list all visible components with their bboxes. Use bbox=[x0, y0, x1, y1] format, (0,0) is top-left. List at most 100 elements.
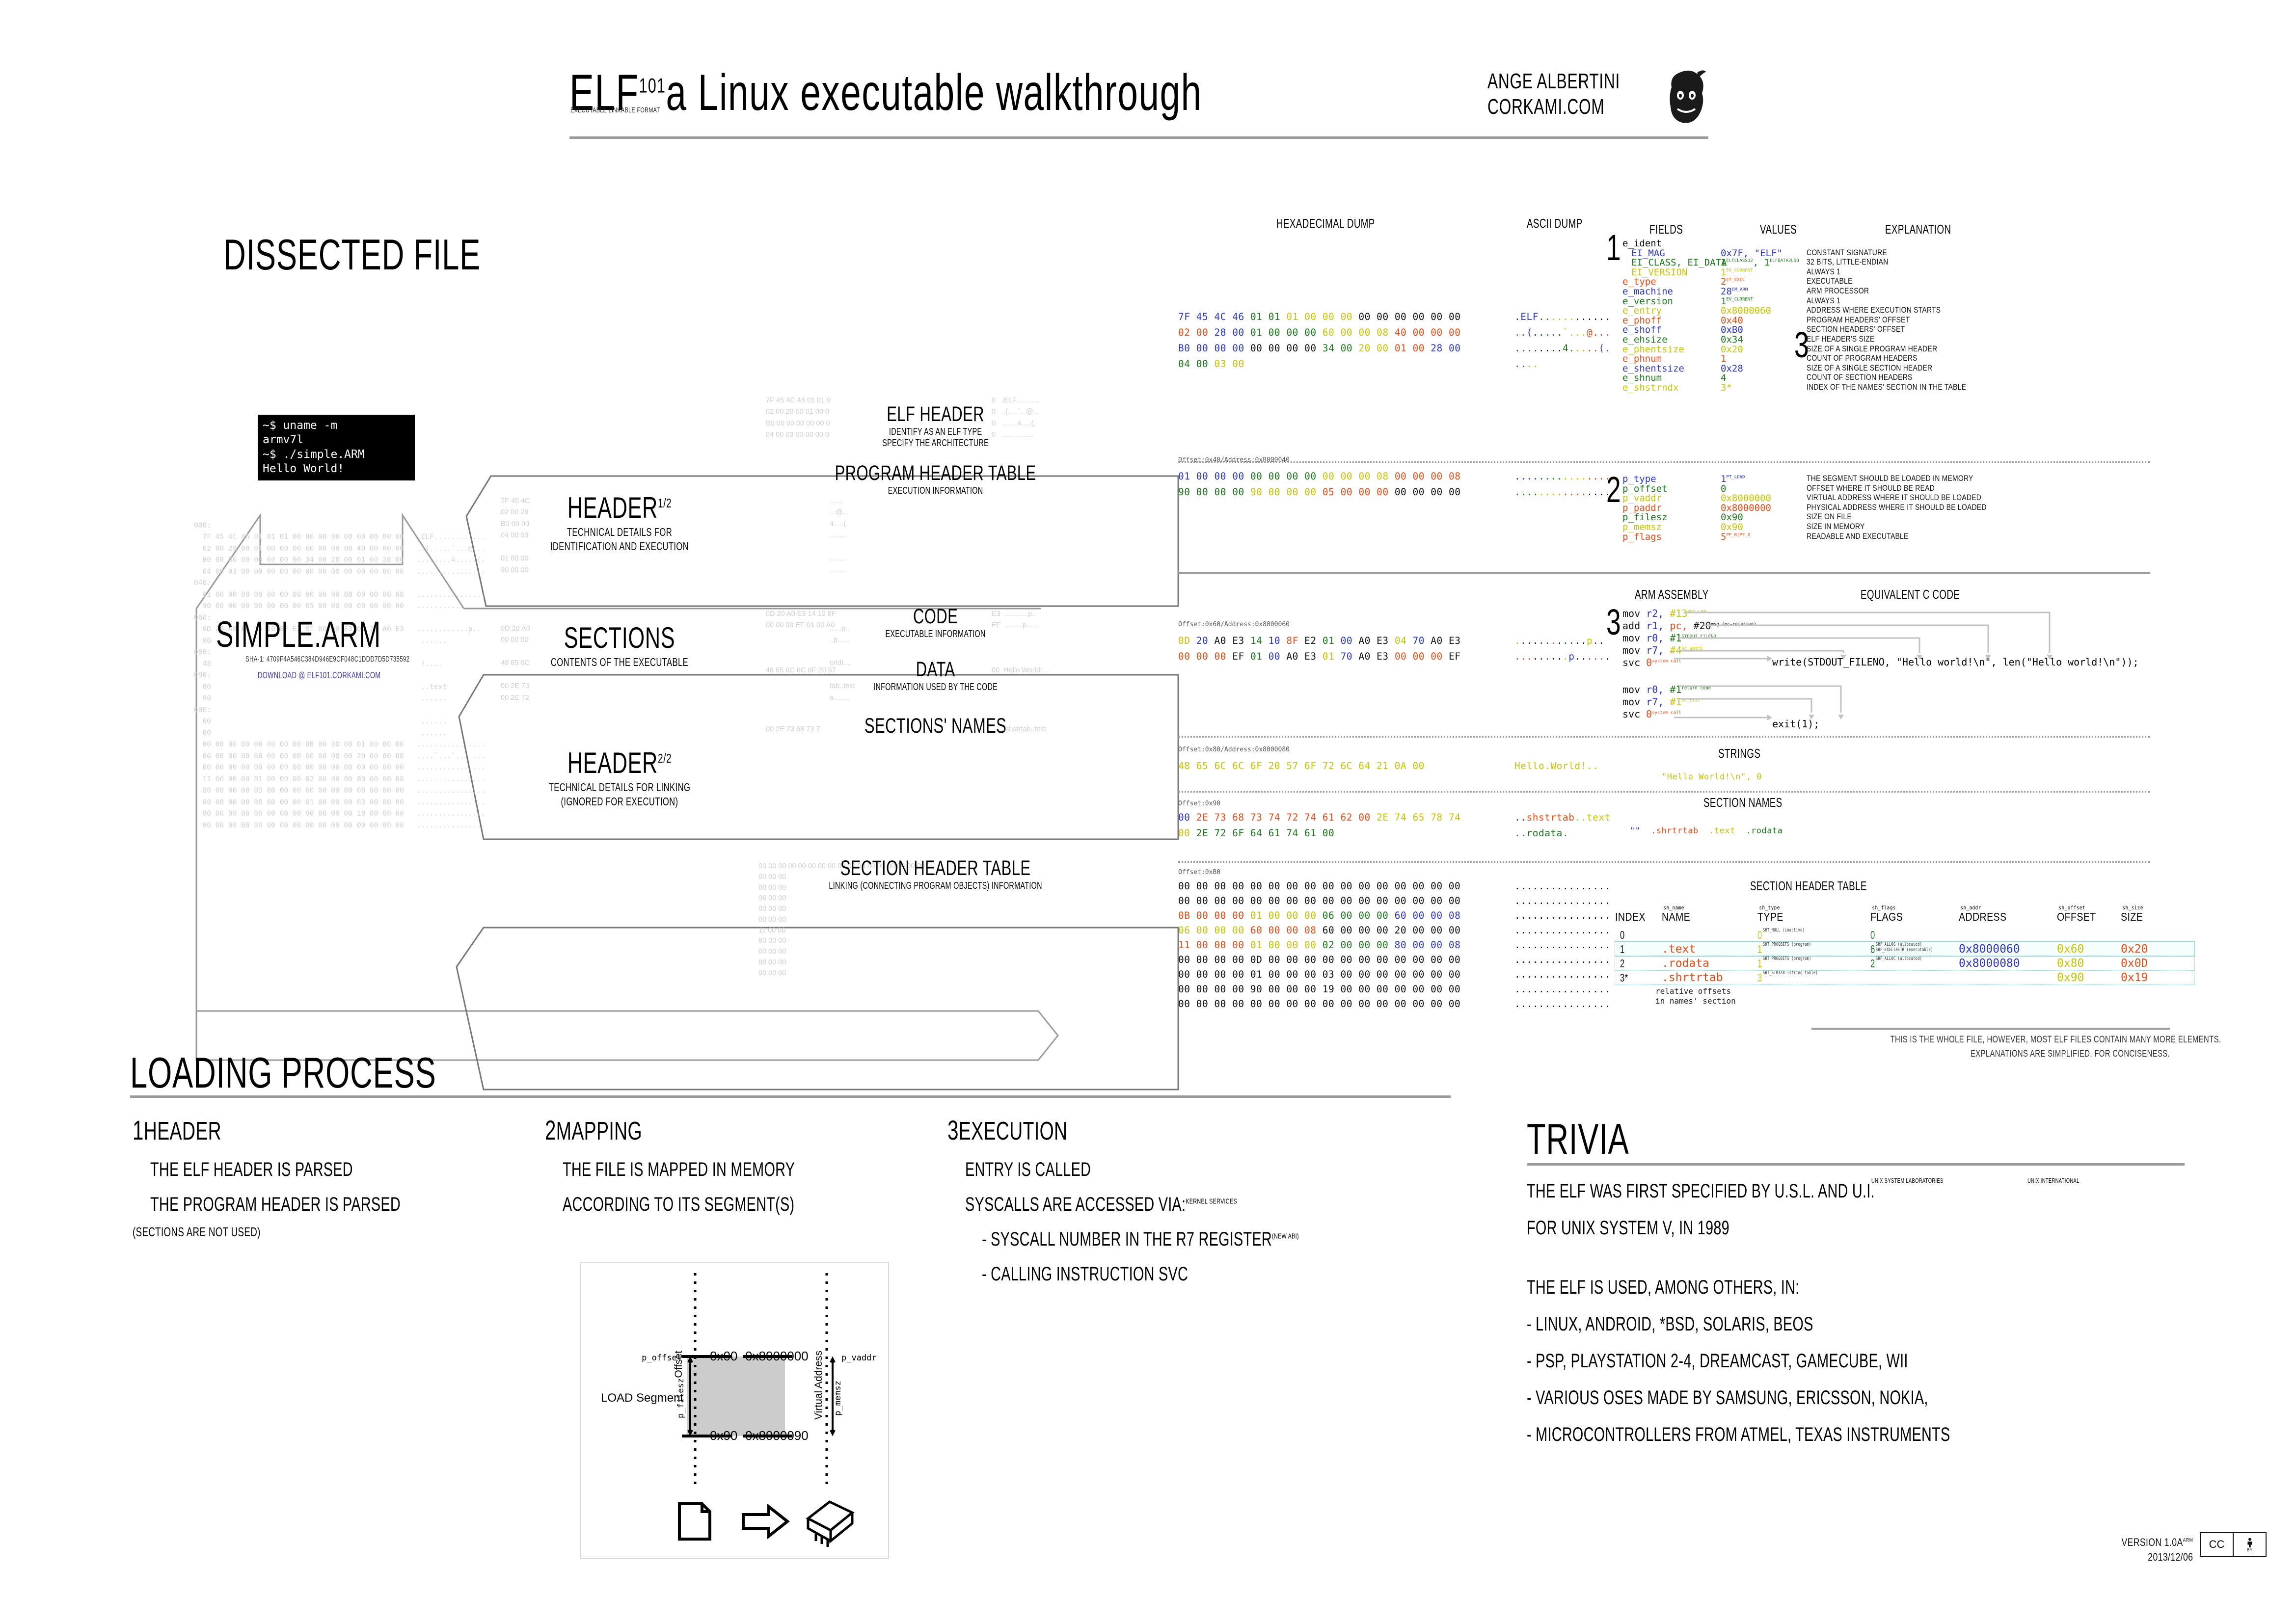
loading-step2-number: 2 bbox=[545, 1115, 556, 1145]
table-cell: 0 bbox=[1620, 929, 1625, 941]
table-row: 0 0 SHT_NULL (inactive) 0 bbox=[1615, 928, 2194, 942]
field-row: e_shstrndx 3* INDEX OF THE NAMES' SECTION … bbox=[1622, 382, 2187, 393]
hex-byte: 40 bbox=[1394, 327, 1413, 338]
secnames-ascii-a: .. bbox=[1514, 812, 1527, 823]
flow-sections-title: SECTIONS bbox=[564, 621, 675, 654]
hex-ascii: ............p.. bbox=[1514, 635, 1605, 646]
field-name: e_shstrndx bbox=[1622, 382, 1679, 393]
secnames-hex-null: 00 bbox=[1178, 812, 1190, 823]
download-link[interactable]: DOWNLOAD @ ELF101.CORKAMI.COM bbox=[258, 670, 380, 681]
hex-byte: 00 bbox=[1377, 343, 1395, 354]
version-label: VERSION 1.0A bbox=[2121, 1536, 2183, 1548]
license-by-mark: BY bbox=[2234, 1533, 2266, 1556]
title-expansion-note: EXECUTABLE LINKABLE FORMAT bbox=[570, 106, 660, 114]
hex-byte: 00 bbox=[1412, 651, 1431, 662]
legend-shrtrtab: .shrtrtab bbox=[1650, 826, 1699, 836]
loading-step3-line2-text: SYSCALLS ARE ACCESSED VIA: bbox=[965, 1194, 1186, 1215]
flow-sections-sub1: CONTENTS OF THE EXECUTABLE bbox=[550, 656, 689, 668]
secnames-hex-rodata: 2E 72 6F 64 61 74 61 00 bbox=[1196, 827, 1335, 839]
flow-header1-sub2: IDENTIFICATION AND EXECUTION bbox=[550, 540, 689, 553]
hex-byte: 00 bbox=[1412, 343, 1431, 354]
legend-text: .text bbox=[1709, 826, 1735, 836]
loading-step1-note: (SECTIONS ARE NOT USED) bbox=[133, 1224, 261, 1239]
part-data-sub1: INFORMATION USED BY THE CODE bbox=[873, 682, 998, 692]
hex-byte: 01 bbox=[1250, 327, 1269, 338]
hex-byte: 00 bbox=[1214, 486, 1233, 498]
hex-ascii: .ELF............ bbox=[1514, 311, 1611, 322]
values-column-header: VALUES bbox=[1760, 222, 1797, 237]
field-explanation: VIRTUAL ADDRESS WHERE IT SHOULD BE LOADE… bbox=[1807, 493, 1982, 503]
hex-byte: 00 bbox=[1286, 486, 1305, 498]
loading-step-1: 1HEADER THE ELF HEADER IS PARSED THE PRO… bbox=[133, 1114, 498, 1240]
table-cell: 0x20 bbox=[2121, 943, 2148, 956]
hex-byte: 00 bbox=[1431, 486, 1449, 498]
hex-byte: E3 bbox=[1377, 635, 1395, 646]
hex-byte: 14 bbox=[1250, 635, 1269, 646]
part-pht-title: PROGRAM HEADER TABLE bbox=[835, 461, 1036, 485]
field-row: p_vaddr 0x8000000 VIRTUAL ADDRESS WHERE IT… bbox=[1622, 493, 2187, 504]
table-cell: 1 SHT_PROGBITS (program) bbox=[1757, 956, 1811, 970]
field-name: p_flags bbox=[1622, 531, 1662, 542]
memory-mapping-diagram: Offset Virtual Address p_offset p_vaddr … bbox=[580, 1262, 889, 1559]
loading-step1-title: HEADER bbox=[143, 1117, 221, 1145]
hex-byte: 00 bbox=[1358, 486, 1377, 498]
field-row: p_filesz 0x90 SIZE ON FILE bbox=[1622, 512, 2187, 523]
field-row: e_ehsize 0x34 ELF HEADER'S SIZE bbox=[1622, 334, 2187, 345]
field-row: EI_VERSION 1EV_CURRENT ALWAYS 1 bbox=[1622, 267, 2187, 278]
table-cell: 0x8000080 bbox=[1959, 957, 2020, 970]
p-vaddr-label: p_vaddr bbox=[841, 1353, 877, 1363]
hex-byte: 00 bbox=[1322, 471, 1341, 482]
hex-byte: 00 bbox=[1286, 343, 1305, 354]
title-subtitle: a Linux executable walkthrough bbox=[666, 64, 1202, 121]
hex-byte: 00 bbox=[1232, 343, 1250, 354]
hex-byte: 28 bbox=[1431, 343, 1449, 354]
loading-step3-line3: - SYSCALL NUMBER IN THE R7 REGISTER(NEW … bbox=[982, 1228, 1299, 1251]
hex-byte: 00 bbox=[1377, 486, 1395, 498]
hex-byte: 00 bbox=[1214, 471, 1233, 482]
table-cell: .shrtrtab bbox=[1662, 971, 1723, 984]
hex-byte: 00 bbox=[1340, 343, 1359, 354]
field-explanation: SIZE OF A SINGLE PROGRAM HEADER bbox=[1807, 344, 1938, 353]
hex-byte: 01 bbox=[1322, 651, 1341, 662]
hex-byte: A0 bbox=[1431, 635, 1449, 646]
table-cell: 0x8000060 bbox=[1959, 943, 2020, 956]
author-name: ANGE ALBERTINI bbox=[1487, 69, 1621, 93]
loading-step3-heading: 3EXECUTION bbox=[947, 1114, 1289, 1146]
table-cell: 0x60 bbox=[2057, 943, 2084, 956]
hex-byte: 01 bbox=[1286, 311, 1305, 322]
hex-byte: 90 bbox=[1250, 486, 1269, 498]
field-explanation: CONSTANT SIGNATURE bbox=[1807, 247, 1887, 257]
table-cell: .rodata bbox=[1662, 957, 1709, 970]
hex-byte: 00 bbox=[1358, 471, 1377, 482]
field-explanation: THE SEGMENT SHOULD BE LOADED IN MEMORY bbox=[1807, 474, 1973, 483]
hex-byte: 00 bbox=[1431, 311, 1449, 322]
hex-byte: 60 bbox=[1322, 327, 1341, 338]
part-label-pht: PROGRAM HEADER TABLE EXECUTION INFORMATI… bbox=[766, 461, 1237, 497]
hex-byte: A0 bbox=[1214, 635, 1233, 646]
dissected-file-heading: DISSECTED FILE bbox=[223, 230, 481, 279]
table-cell: 0 SHT_NULL (inactive) bbox=[1757, 928, 1805, 941]
hex-byte: 00 bbox=[1196, 327, 1215, 338]
hex-byte: 01 bbox=[1268, 311, 1287, 322]
trivia-line-7: - MICROCONTROLLERS FROM ATMEL, TEXAS INS… bbox=[1527, 1424, 1950, 1445]
divider-solid-1 bbox=[1178, 572, 2150, 574]
hex-byte: 00 bbox=[1232, 358, 1244, 370]
author-byline: ANGE ALBERTINI CORKAMI.COM bbox=[1487, 69, 1620, 120]
hex-byte: 00 bbox=[1250, 471, 1269, 482]
hex-byte: 00 bbox=[1268, 651, 1287, 662]
hex-byte: E3 bbox=[1377, 651, 1395, 662]
note-line-2: EXPLANATIONS ARE SIMPLIFIED, FOR CONCISE… bbox=[1971, 1048, 2170, 1059]
hex-byte: 00 bbox=[1268, 327, 1287, 338]
vaddr-bottom-value: 0x8000090 bbox=[745, 1428, 809, 1443]
hex-byte: 01 bbox=[1178, 471, 1196, 482]
hex-byte: 28 bbox=[1214, 327, 1233, 338]
offset-label-secnames: Offset:0x90 bbox=[1178, 800, 1221, 807]
field-row: e_shentsize 0x28 SIZE OF A SINGLE SECTION … bbox=[1622, 363, 2187, 374]
hex-byte: 08 bbox=[1377, 471, 1395, 482]
offset-bottom-value: 0x90 bbox=[710, 1428, 737, 1443]
offset-label-sectable: Offset:0xB0 bbox=[1178, 869, 1221, 876]
loading-step3-sup-syscalls: KERNEL SERVICES bbox=[1186, 1197, 1237, 1206]
field-row: e_shnum 4 COUNT OF SECTION HEADERS bbox=[1622, 372, 2187, 383]
hex-byte: 8F bbox=[1286, 635, 1305, 646]
part-elf-ghost-ascii: 0 .ELF............ 0 ..(.....`...@... 0 … bbox=[992, 397, 1040, 439]
